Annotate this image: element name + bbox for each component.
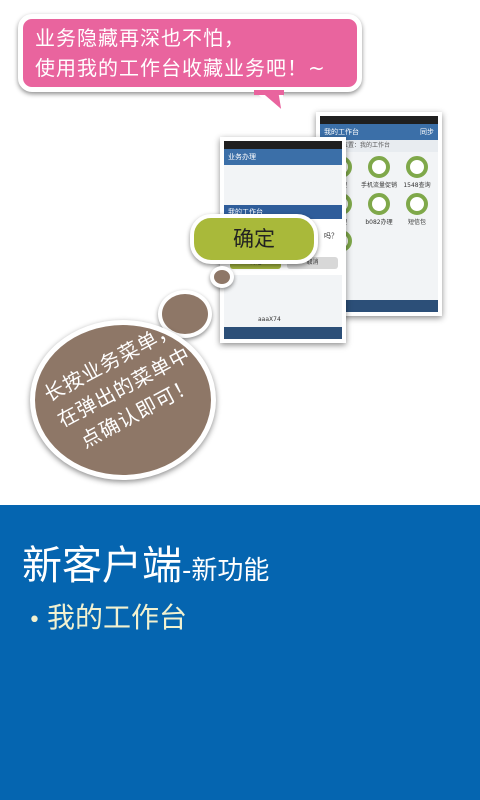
confirm-bubble: 确定: [190, 214, 318, 264]
workbench-title: 我的工作台: [324, 128, 359, 136]
sync-button[interactable]: 同步: [420, 124, 434, 140]
workbench-item[interactable]: 1548查询: [398, 156, 436, 189]
feature-title-main: 新客户端: [22, 543, 182, 589]
feature-bullet-text: 我的工作台: [46, 601, 187, 634]
bullet-dot-icon: •: [28, 608, 41, 633]
feature-title: 新客户端-新功能: [22, 540, 269, 597]
status-bar: [224, 141, 342, 149]
item-icon: [368, 193, 390, 215]
business-titlebar: 业务办理: [224, 149, 342, 165]
speech-bubble-line2: 使用我的工作台收藏业务吧！~: [35, 56, 326, 80]
item-icon: [406, 193, 428, 215]
workbench-item-label: 1548查询: [403, 182, 431, 189]
feature-title-suffix: -新功能: [182, 556, 270, 586]
feature-bullet: • 我的工作台: [28, 598, 187, 641]
workbench-item-label: 短信包: [407, 219, 426, 226]
workbench-item[interactable]: b082办理: [360, 193, 398, 226]
item-icon: [368, 156, 390, 178]
illustration-area: 业务隐藏再深也不怕， 使用我的工作台收藏业务吧！~ 我的工作台 同步 当前的位置…: [0, 0, 480, 505]
status-bar: [320, 116, 438, 124]
workbench-item[interactable]: 短信包: [398, 193, 436, 226]
speech-bubble-tail: [254, 90, 286, 116]
dialog-question: 吗？: [324, 232, 338, 240]
speech-bubble-line1: 业务隐藏再深也不怕，: [35, 26, 245, 50]
item-icon: [406, 156, 428, 178]
workbench-item-label: b082办理: [365, 219, 393, 226]
account-text: aaaX74: [258, 316, 281, 323]
speech-bubble: 业务隐藏再深也不怕， 使用我的工作台收藏业务吧！~: [18, 14, 362, 92]
thought-dot-small: [210, 266, 234, 288]
workbench-item-label: 手机流量促销: [360, 182, 397, 189]
workbench-item[interactable]: 手机流量促销: [360, 156, 398, 189]
business-title: 业务办理: [228, 153, 256, 161]
tab-bar: [224, 327, 342, 339]
